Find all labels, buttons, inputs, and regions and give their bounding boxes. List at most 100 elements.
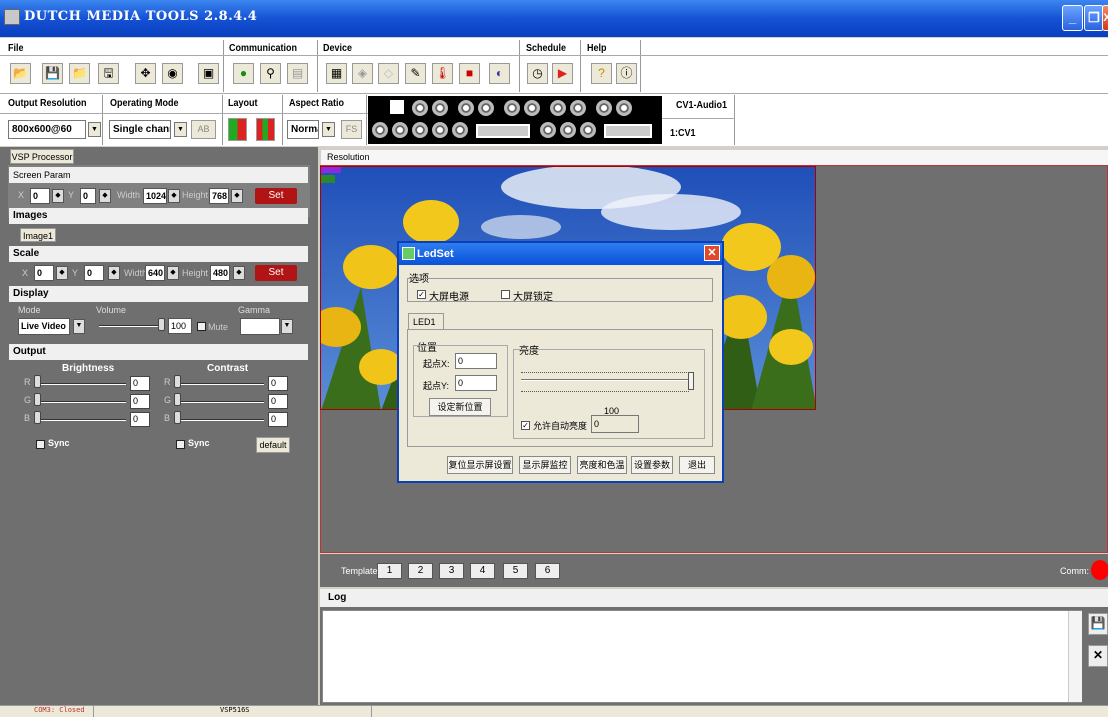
gamma-dropdown-icon[interactable]: ▼ xyxy=(281,319,293,334)
brightness-r-thumb[interactable] xyxy=(34,375,41,388)
disconnect-icon[interactable]: ⚲ xyxy=(260,63,281,84)
clear-log-icon[interactable]: ✕ xyxy=(1088,645,1108,667)
brightness-color-button[interactable]: 亮度和色温 xyxy=(577,456,627,474)
close-button[interactable]: X xyxy=(1102,5,1108,31)
fs-button[interactable]: FS xyxy=(341,120,362,139)
set-params-button[interactable]: 设置参数 xyxy=(631,456,673,474)
brightness-dialog-thumb[interactable] xyxy=(688,372,694,390)
restore-button[interactable]: ❐ xyxy=(1084,5,1104,31)
layout-single-icon[interactable] xyxy=(228,118,247,141)
input-cvbs-icon[interactable] xyxy=(616,100,632,116)
input-cvbs-icon[interactable] xyxy=(570,100,586,116)
output-resolution-dropdown-icon[interactable]: ▼ xyxy=(88,122,101,137)
input-svideo-icon[interactable] xyxy=(452,122,468,138)
device-icon-4[interactable]: ✎ xyxy=(405,63,426,84)
brightness-g-thumb[interactable] xyxy=(34,393,41,406)
aspect-ratio-dropdown-icon[interactable]: ▼ xyxy=(322,122,335,137)
brightness-g-value[interactable]: 0 xyxy=(130,394,150,409)
brightness-r-slider[interactable] xyxy=(36,383,126,385)
color-icon[interactable]: ■ xyxy=(459,63,480,84)
brightness-b-thumb[interactable] xyxy=(34,411,41,424)
scale-width-input[interactable]: 640 xyxy=(145,265,165,281)
input-cvbs2-icon[interactable] xyxy=(540,122,556,138)
scale-width-spinner[interactable]: ◆ xyxy=(167,266,179,280)
minimize-button[interactable]: _ xyxy=(1062,5,1083,31)
screen-set-button[interactable]: Set xyxy=(255,188,297,204)
connect-icon[interactable]: ● xyxy=(233,63,254,84)
thermometer-icon[interactable]: 🌡 xyxy=(432,63,453,84)
volume-slider-thumb[interactable] xyxy=(158,318,165,331)
operating-mode-dropdown-icon[interactable]: ▼ xyxy=(174,122,187,137)
template-button-4[interactable]: 4 xyxy=(470,563,495,579)
image1-tab[interactable]: Image1 xyxy=(20,228,56,242)
input-ypbpr-icon[interactable] xyxy=(392,122,408,138)
volume-value[interactable]: 100 xyxy=(168,318,192,334)
input-ypbpr-icon[interactable] xyxy=(412,122,428,138)
input-cvbs-icon[interactable] xyxy=(432,100,448,116)
brightness-b-value[interactable]: 0 xyxy=(130,412,150,427)
input-ypbpr-icon[interactable] xyxy=(432,122,448,138)
lock-checkbox[interactable] xyxy=(501,290,510,299)
schedule-icon[interactable]: ◷ xyxy=(527,63,548,84)
device-icon-1[interactable]: ▦ xyxy=(326,63,347,84)
template-button-3[interactable]: 3 xyxy=(439,563,464,579)
auto-brightness-input[interactable]: 0 xyxy=(591,415,639,433)
input-cvbs-icon[interactable] xyxy=(596,100,612,116)
about-icon[interactable]: ⓘ xyxy=(616,63,637,84)
led1-tab[interactable]: LED1 xyxy=(408,313,444,330)
globe-icon[interactable]: ◉ xyxy=(162,63,183,84)
auto-brightness-checkbox[interactable]: ✓ xyxy=(521,421,530,430)
resolution-tab[interactable]: Resolution xyxy=(321,150,1108,165)
layout-dual-icon[interactable] xyxy=(256,118,275,141)
import-icon[interactable]: ✥ xyxy=(135,63,156,84)
input-cvbs-icon[interactable] xyxy=(504,100,520,116)
gamma-select[interactable] xyxy=(240,318,280,335)
play-icon[interactable]: ▶ xyxy=(552,63,573,84)
start-y-input[interactable]: 0 xyxy=(455,375,497,391)
display-monitor-button[interactable]: 显示屏监控 xyxy=(519,456,571,474)
aspect-ratio-select[interactable]: Normal xyxy=(287,120,319,139)
help-icon[interactable]: ? xyxy=(591,63,612,84)
template-button-2[interactable]: 2 xyxy=(408,563,433,579)
contrast-b-thumb[interactable] xyxy=(174,411,181,424)
save-as-icon[interactable]: 🖫 xyxy=(98,63,119,84)
input-cvbs-icon[interactable] xyxy=(550,100,566,116)
screen-x-input[interactable]: 0 xyxy=(30,188,50,204)
scale-y-spinner[interactable]: ◆ xyxy=(108,266,120,280)
brightness-r-value[interactable]: 0 xyxy=(130,376,150,391)
scale-set-button[interactable]: Set xyxy=(255,265,297,281)
exit-button[interactable]: 退出 xyxy=(679,456,715,474)
input-hdmi-icon[interactable] xyxy=(390,100,404,114)
ab-button[interactable]: AB xyxy=(191,120,216,139)
input-cvbs-icon[interactable] xyxy=(524,100,540,116)
contrast-r-slider[interactable] xyxy=(176,383,264,385)
input-cvbs-icon[interactable] xyxy=(458,100,474,116)
volume-slider[interactable] xyxy=(99,325,165,327)
screen-width-input[interactable]: 1024 xyxy=(143,188,167,204)
brightness-b-slider[interactable] xyxy=(36,419,126,421)
device-icon-7[interactable]: ◐ xyxy=(489,63,510,84)
device-icon-2[interactable]: ◈ xyxy=(352,63,373,84)
brightness-g-slider[interactable] xyxy=(36,401,126,403)
contrast-g-thumb[interactable] xyxy=(174,393,181,406)
save-icon[interactable]: 💾 xyxy=(42,63,63,84)
contrast-r-thumb[interactable] xyxy=(174,375,181,388)
screen-x-spinner[interactable]: ◆ xyxy=(52,189,64,203)
screen-height-input[interactable]: 768 xyxy=(209,188,229,204)
contrast-g-value[interactable]: 0 xyxy=(268,394,288,409)
mode-dropdown-icon[interactable]: ▼ xyxy=(73,319,85,334)
reset-display-button[interactable]: 复位显示屏设置 xyxy=(447,456,513,474)
set-position-button[interactable]: 设定新位置 xyxy=(429,398,491,416)
dialog-close-icon[interactable]: ✕ xyxy=(704,245,720,261)
vsp-processor-tab[interactable]: VSP Processor xyxy=(10,149,74,164)
brightness-sync-checkbox[interactable] xyxy=(36,440,45,449)
contrast-b-slider[interactable] xyxy=(176,419,264,421)
log-textarea[interactable] xyxy=(322,610,1082,703)
mode-select[interactable]: Live Video xyxy=(18,318,70,335)
device-icon-3[interactable]: ◇ xyxy=(378,63,399,84)
settings-comm-icon[interactable]: ▤ xyxy=(287,63,308,84)
operating-mode-select[interactable]: Single channel xyxy=(109,120,171,139)
scale-height-input[interactable]: 480 xyxy=(210,265,230,281)
save-log-icon[interactable]: 💾 xyxy=(1088,613,1108,635)
start-x-input[interactable]: 0 xyxy=(455,353,497,369)
